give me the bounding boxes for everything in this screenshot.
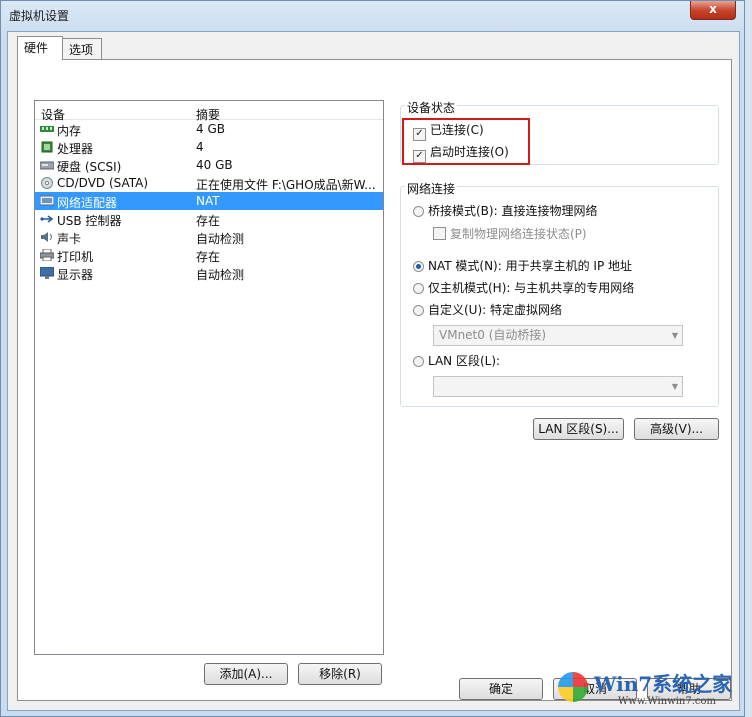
remove-button[interactable]: 移除(R) <box>298 663 382 685</box>
device-list[interactable]: 设备 摘要 内存 4 GB 处理器 4 硬盘 (SCSI) 40 GB CD/DVD (SA… <box>34 100 384 655</box>
device-status-title: 设备状态 <box>405 99 458 116</box>
tab-hardware[interactable]: 硬件 <box>17 36 63 60</box>
device-row[interactable]: USB 控制器 存在 <box>35 210 383 228</box>
close-button[interactable]: x <box>690 1 736 20</box>
replicate-check-icon <box>433 227 446 240</box>
device-row[interactable]: 网络适配器 NAT <box>35 192 383 210</box>
windows-logo-icon <box>558 672 588 702</box>
device-row[interactable]: CD/DVD (SATA) 正在使用文件 F:\GHO成品\新W... <box>35 174 383 192</box>
device-name: 声卡 <box>57 232 82 246</box>
vmnet-select[interactable]: VMnet0 (自动桥接) ▼ <box>433 325 683 346</box>
device-summary: 自动检测 <box>196 232 245 246</box>
device-summary: 4 GB <box>196 122 225 136</box>
device-row[interactable]: 处理器 4 <box>35 138 383 156</box>
network-connection-title: 网络连接 <box>405 180 458 197</box>
memory-icon <box>40 123 54 135</box>
device-summary: 存在 <box>196 250 221 264</box>
device-row[interactable]: 打印机 存在 <box>35 246 383 264</box>
sound-card-icon <box>40 231 54 243</box>
watermark: Win7系统之家 Www.Winwin7.com <box>558 666 748 710</box>
watermark-text: Win7系统之家 <box>594 672 733 696</box>
highlight-box <box>402 118 530 165</box>
bridged-radio-icon <box>413 206 424 217</box>
nat-radio-icon <box>413 261 424 272</box>
replicate-state-checkbox[interactable]: 复制物理网络连接状态(P) <box>433 225 587 242</box>
hostonly-radio[interactable]: 仅主机模式(H): 与主机共享的专用网络 <box>413 279 634 296</box>
lan-segments-button[interactable]: LAN 区段(S)... <box>533 418 624 440</box>
device-name: 内存 <box>57 124 82 138</box>
hostonly-radio-icon <box>413 283 424 294</box>
device-summary: NAT <box>196 194 220 208</box>
vmnet-select-value: VMnet0 (自动桥接) <box>439 328 547 342</box>
nat-label: NAT 模式(N): 用于共享主机的 IP 地址 <box>428 259 633 273</box>
display-icon <box>39 266 55 279</box>
hard-disk-icon <box>39 159 55 171</box>
printer-icon <box>39 248 55 262</box>
bridged-radio[interactable]: 桥接模式(B): 直接连接物理网络 <box>413 202 597 219</box>
processor-icon <box>40 141 54 153</box>
device-name: 处理器 <box>57 142 94 156</box>
device-row[interactable]: 显示器 自动检测 <box>35 264 383 282</box>
device-name: USB 控制器 <box>57 214 122 228</box>
background-strip <box>745 0 752 717</box>
dialog-client: 硬件 选项 设备 摘要 内存 4 GB 处理器 4 硬盘 (SCSI) 40 GB CD/D… <box>7 31 740 711</box>
title-bar[interactable]: 虚拟机设置 x <box>1 1 744 31</box>
window-title: 虚拟机设置 <box>9 9 70 23</box>
tab-options[interactable]: 选项 <box>62 38 102 59</box>
device-summary: 40 GB <box>196 158 233 172</box>
watermark-url: Www.Winwin7.com <box>618 696 716 707</box>
lan-radio-icon <box>413 356 424 367</box>
custom-radio-icon <box>413 305 424 316</box>
custom-label: 自定义(U): 特定虚拟网络 <box>428 303 563 317</box>
device-summary: 正在使用文件 F:\GHO成品\新W... <box>196 178 376 192</box>
usb-icon <box>40 213 54 225</box>
device-row[interactable]: 硬盘 (SCSI) 40 GB <box>35 156 383 174</box>
lan-segment-radio[interactable]: LAN 区段(L): <box>413 352 500 369</box>
custom-radio[interactable]: 自定义(U): 特定虚拟网络 <box>413 301 562 318</box>
add-button[interactable]: 添加(A)... <box>204 663 288 685</box>
cd-dvd-icon <box>40 177 54 189</box>
dialog-window: 虚拟机设置 x 硬件 选项 设备 摘要 内存 4 GB 处理器 4 硬盘 (SCSI) 4… <box>0 0 745 717</box>
lan-label: LAN 区段(L): <box>428 354 501 368</box>
device-summary: 存在 <box>196 214 221 228</box>
network-adapter-icon <box>39 195 55 207</box>
chevron-down-icon: ▼ <box>671 382 678 391</box>
ok-button[interactable]: 确定 <box>459 678 543 700</box>
device-name: 显示器 <box>57 268 94 282</box>
nat-radio[interactable]: NAT 模式(N): 用于共享主机的 IP 地址 <box>413 257 632 274</box>
replicate-label: 复制物理网络连接状态(P) <box>450 227 587 241</box>
network-connection-group <box>400 186 719 407</box>
device-name: 打印机 <box>57 250 94 264</box>
bridged-label: 桥接模式(B): 直接连接物理网络 <box>428 204 598 218</box>
device-summary: 4 <box>196 140 204 154</box>
hostonly-label: 仅主机模式(H): 与主机共享的专用网络 <box>428 281 635 295</box>
chevron-down-icon: ▼ <box>671 331 678 340</box>
device-summary: 自动检测 <box>196 268 245 282</box>
device-name: CD/DVD (SATA) <box>57 176 149 190</box>
lan-segment-select[interactable]: ▼ <box>433 376 683 397</box>
device-row[interactable]: 内存 4 GB <box>35 120 383 138</box>
advanced-button[interactable]: 高级(V)... <box>634 418 719 440</box>
device-row[interactable]: 声卡 自动检测 <box>35 228 383 246</box>
hardware-panel: 设备 摘要 内存 4 GB 处理器 4 硬盘 (SCSI) 40 GB CD/DVD (SA… <box>17 59 732 701</box>
device-name: 硬盘 (SCSI) <box>57 160 122 174</box>
device-list-header: 设备 摘要 <box>35 101 383 122</box>
device-name: 网络适配器 <box>57 196 118 210</box>
